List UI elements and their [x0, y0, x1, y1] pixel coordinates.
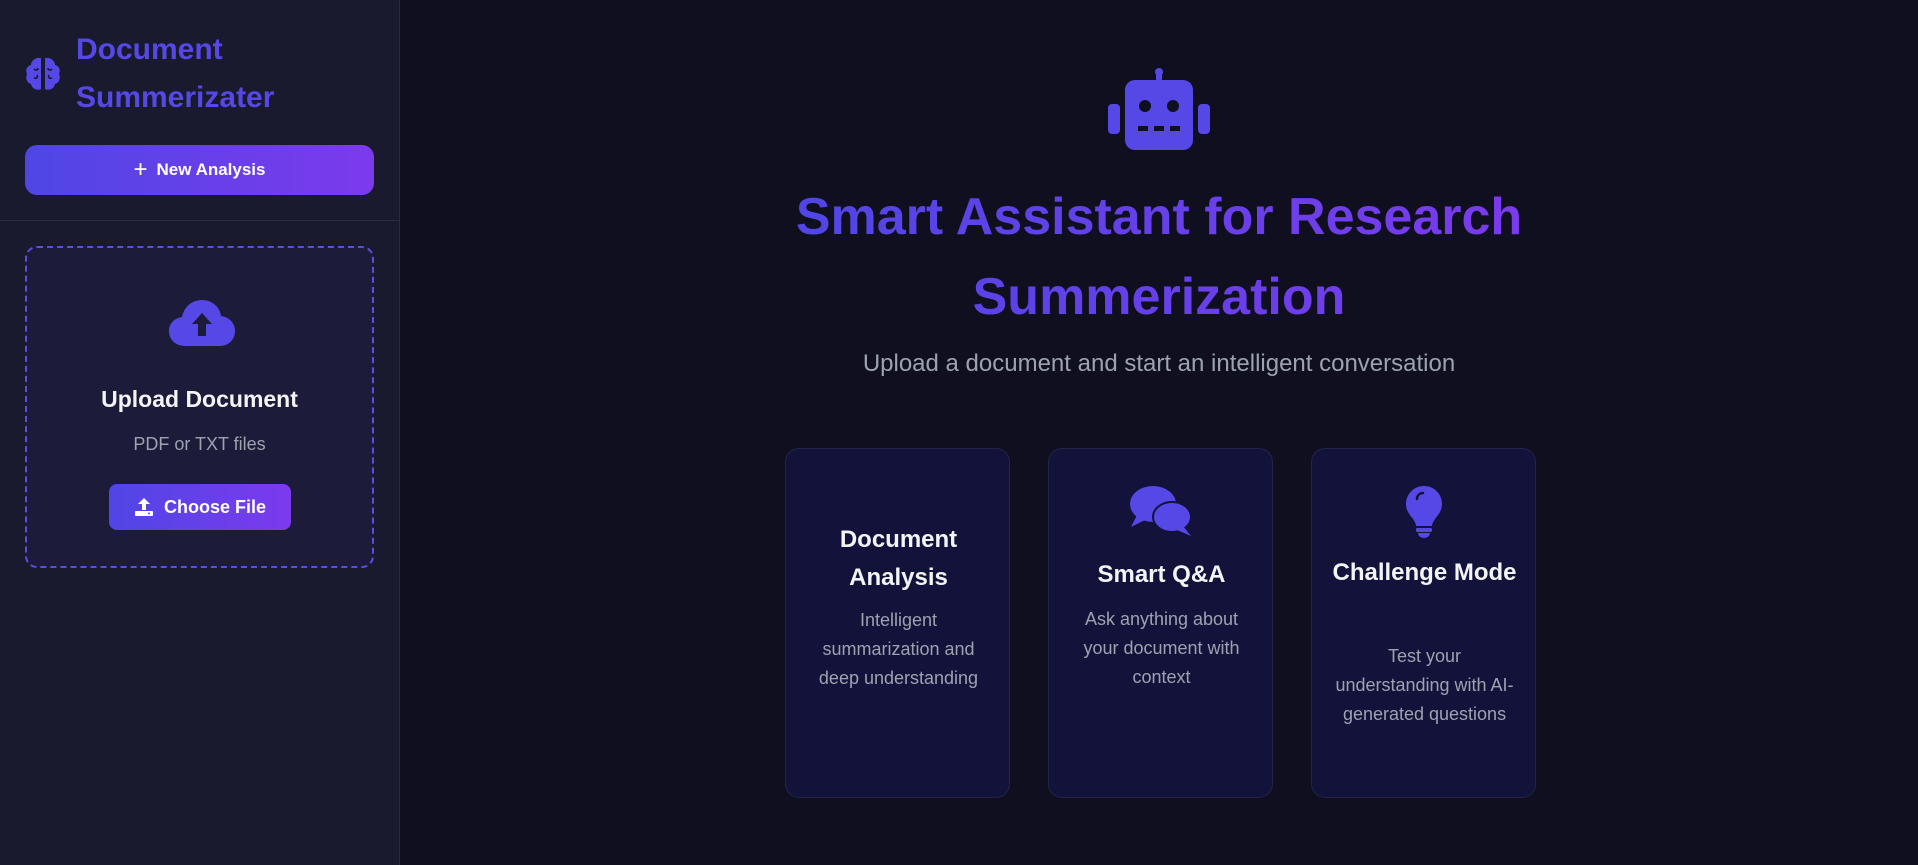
card-description: Test your understanding with AI-generate…	[1335, 646, 1514, 724]
robot-icon	[1108, 68, 1210, 150]
card-title: Document Analysis	[839, 526, 958, 591]
upload-title: Upload Document	[101, 386, 298, 412]
feature-card-challenge-mode: Challenge Mode Test your understanding w…	[1311, 448, 1536, 798]
upload-subtitle: PDF or TXT files	[133, 434, 266, 454]
sidebar-divider	[0, 220, 399, 221]
cloud-upload-icon	[169, 300, 235, 346]
lightbulb-icon	[1405, 486, 1442, 538]
hero-title: Smart Assistant for Research Summerizati…	[759, 177, 1559, 337]
card-title: Challenge Mode	[1332, 559, 1517, 586]
card-description: Ask anything about your document with co…	[1083, 609, 1240, 687]
upload-dropzone[interactable]: Upload Document PDF or TXT files Choose …	[25, 246, 374, 568]
card-description: Intelligent summarization and deep under…	[818, 610, 979, 688]
app-title: Document Summerizater	[76, 33, 275, 114]
brain-icon	[26, 57, 60, 90]
feature-card-smart-qa: Smart Q&A Ask anything about your docume…	[1048, 448, 1273, 798]
new-analysis-label: New Analysis	[156, 160, 266, 179]
card-title: Smart Q&A	[1097, 561, 1226, 588]
hero-subtitle: Upload a document and start an intellige…	[862, 350, 1456, 377]
feature-card-document-analysis: Document Analysis Intelligent summarizat…	[785, 448, 1010, 798]
new-analysis-button[interactable]: + New Analysis	[25, 145, 374, 195]
choose-file-label: Choose File	[163, 496, 266, 517]
upload-icon	[134, 498, 153, 516]
choose-file-button[interactable]: Choose File	[109, 484, 291, 530]
main-content: Smart Assistant for Research Summerizati…	[400, 0, 1918, 865]
brand: Document Summerizater	[24, 26, 384, 122]
plus-icon: +	[133, 156, 148, 183]
chat-bubbles-icon	[1129, 486, 1192, 536]
sidebar: Document Summerizater + New Analysis Upl…	[0, 0, 400, 865]
